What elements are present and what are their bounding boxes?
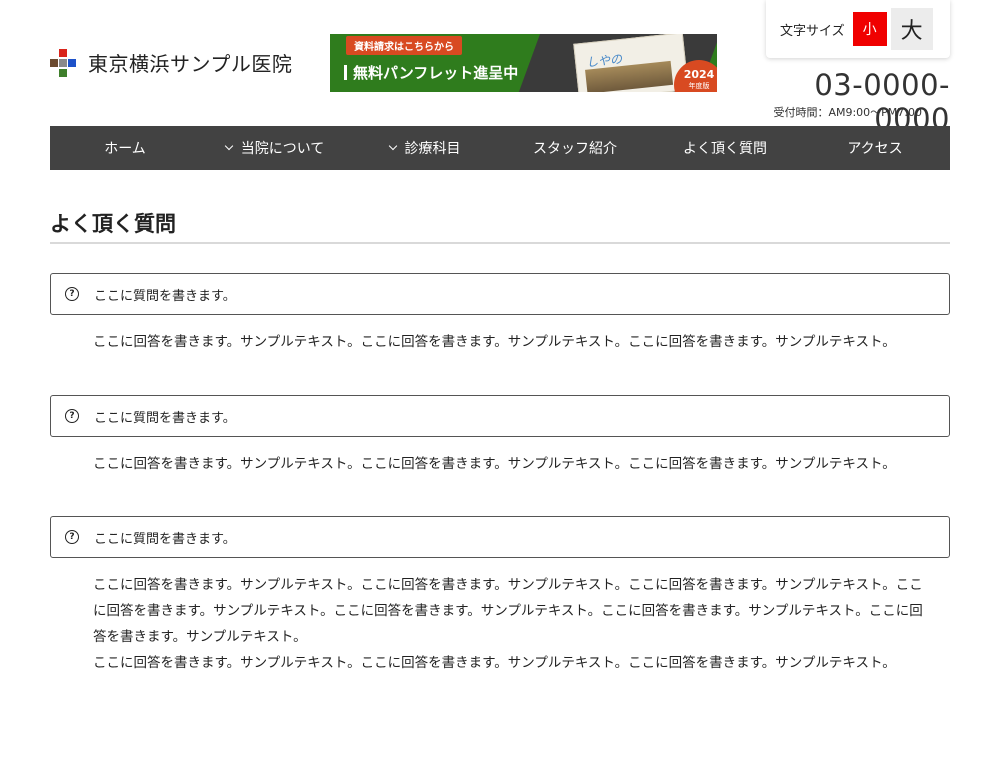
nav-item-home[interactable]: ホーム <box>50 126 200 170</box>
nav-item-departments[interactable]: 診療科目 <box>350 126 500 170</box>
faq-question-text: ここに質問を書きます。 <box>94 410 236 426</box>
pamphlet-banner[interactable]: しやの 資料請求はこちらから 無料パンフレット進呈中 2024 年度版 <box>330 34 717 92</box>
pamphlet-image: しやの <box>573 34 689 92</box>
font-size-switcher: 文字サイズ 小 大 <box>766 0 950 58</box>
font-size-large-button[interactable]: 大 <box>890 8 933 50</box>
nav-label: アクセス <box>847 141 903 157</box>
faq-question[interactable]: ? ここに質問を書きます。 <box>50 516 950 558</box>
faq-question-text: ここに質問を書きます。 <box>94 288 236 304</box>
faq-answer-text: ここに回答を書きます。サンプルテキスト。ここに回答を書きます。サンプルテキスト。… <box>93 334 896 350</box>
nav-item-faq[interactable]: よく頂く質問 <box>650 126 800 170</box>
font-size-small-button[interactable]: 小 <box>852 12 887 46</box>
nav-label: よく頂く質問 <box>683 141 767 157</box>
faq-question-text: ここに質問を書きます。 <box>94 531 236 547</box>
logo-mark-icon <box>50 48 76 77</box>
nav-label: 診療科目 <box>404 141 461 157</box>
nav-label: ホーム <box>104 141 146 157</box>
site-logo[interactable]: 東京横浜サンプル医院 <box>50 48 292 77</box>
nav-item-access[interactable]: アクセス <box>800 126 950 170</box>
question-circle-icon: ? <box>65 287 79 301</box>
chevron-down-icon <box>224 141 233 151</box>
global-nav: ホーム 当院について 診療科目 スタッフ紹介 よく頂く質問 アクセス <box>50 126 950 170</box>
nav-item-about[interactable]: 当院について <box>200 126 350 170</box>
faq-answer-text: ここに回答を書きます。サンプルテキスト。ここに回答を書きます。サンプルテキスト。… <box>93 577 923 645</box>
nav-label: スタッフ紹介 <box>533 141 617 157</box>
question-circle-icon: ? <box>65 530 79 544</box>
chevron-down-icon <box>388 141 397 151</box>
year-suffix: 年度版 <box>688 82 710 90</box>
nav-label: 当院について <box>240 141 325 157</box>
faq-answer: ここに回答を書きます。サンプルテキスト。ここに回答を書きます。サンプルテキスト。… <box>93 451 933 477</box>
faq-question[interactable]: ? ここに質問を書きます。 <box>50 273 950 315</box>
nav-item-staff[interactable]: スタッフ紹介 <box>500 126 650 170</box>
question-circle-icon: ? <box>65 409 79 423</box>
faq-question[interactable]: ? ここに質問を書きます。 <box>50 395 950 437</box>
year-value: 2024 <box>683 68 715 81</box>
site-name: 東京横浜サンプル医院 <box>88 52 293 76</box>
reception-hours: 受付時間：AM9:00〜PM7:00 <box>773 106 922 119</box>
title-divider <box>50 242 950 244</box>
faq-answer: ここに回答を書きます。サンプルテキスト。ここに回答を書きます。サンプルテキスト。… <box>93 329 933 355</box>
banner-tag: 資料請求はこちらから <box>346 36 462 55</box>
banner-title: 無料パンフレット進呈中 <box>344 62 518 83</box>
font-size-label: 文字サイズ <box>780 23 845 39</box>
faq-answer: ここに回答を書きます。サンプルテキスト。ここに回答を書きます。サンプルテキスト。… <box>93 572 933 676</box>
faq-answer-text: ここに回答を書きます。サンプルテキスト。ここに回答を書きます。サンプルテキスト。… <box>93 456 896 472</box>
banner-title-text: 無料パンフレット進呈中 <box>353 64 519 82</box>
faq-answer-text: ここに回答を書きます。サンプルテキスト。ここに回答を書きます。サンプルテキスト。… <box>93 655 896 671</box>
page-title: よく頂く質問 <box>50 212 176 236</box>
